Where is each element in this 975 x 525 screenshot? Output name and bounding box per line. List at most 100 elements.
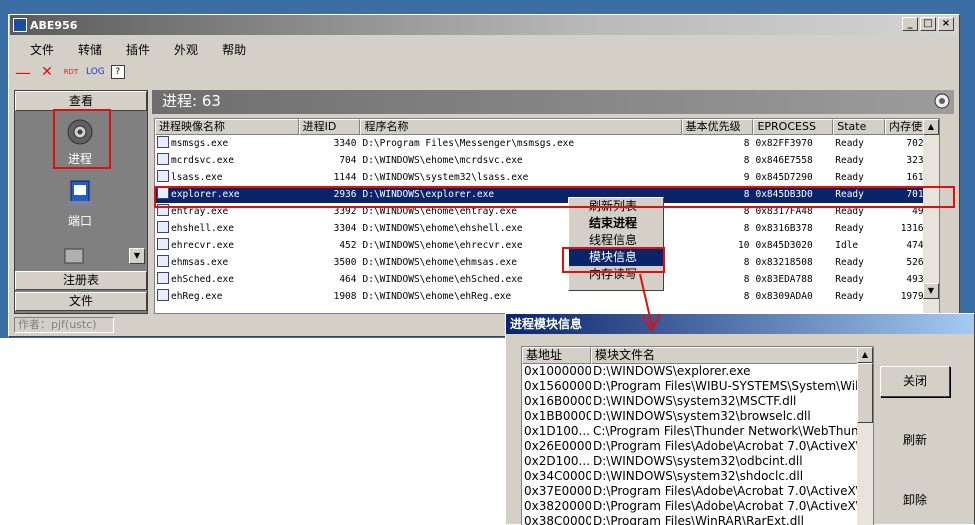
table-row[interactable]: 0x34C0000 D:\WINDOWS\system32\shdoclc.dll — [522, 469, 873, 484]
table-cell: 3340 — [333, 138, 357, 149]
column-header[interactable]: 基本优先级 — [681, 119, 754, 135]
process-list-vscroll[interactable]: ▲ ▼ — [923, 119, 939, 313]
table-row[interactable]: 0x1560000 D:\Program Files\WIBU-SYSTEMS\S… — [522, 379, 873, 394]
column-header[interactable]: EPROCESS — [753, 119, 834, 135]
table-cell: lsass.exe — [155, 169, 299, 186]
column-header[interactable]: 程序名称 — [360, 119, 682, 135]
table-row[interactable]: lsass.exe 1144 D:\WINDOWS\system32\lsass.e… — [155, 169, 939, 186]
highlight-box-menu — [562, 247, 665, 273]
table-row[interactable]: 0x1000000 D:\WINDOWS\explorer.exe — [522, 364, 873, 379]
help-icon[interactable]: ? — [110, 65, 125, 79]
context-menu-item[interactable]: 结束进程 — [569, 215, 663, 232]
table-cell: Ready — [835, 291, 864, 302]
process-name: lsass.exe — [171, 172, 223, 183]
table-cell: 0x2D100... — [524, 454, 590, 468]
module-dialog-title[interactable]: 进程模块信息 — [506, 314, 974, 334]
toolbar: — ✕ RDT LOG ? — [14, 61, 125, 83]
table-cell: D:\WINDOWS\system32\MSCTF.dll — [593, 394, 797, 408]
table-row[interactable]: mcrdsvc.exe 704 D:\WINDOWS\ehome\mcrdsvc.e… — [155, 152, 939, 169]
process-name: ehSched.exe — [171, 274, 234, 285]
close-dialog-button[interactable]: 关闭 — [880, 366, 950, 397]
table-row[interactable]: ehshell.exe 3304 D:\WINDOWS\ehome\ehshell.… — [155, 220, 939, 237]
process-icon — [157, 238, 169, 250]
table-cell: 0x82FF3970 — [755, 138, 813, 149]
process-name: ehrecvr.exe — [171, 240, 234, 251]
table-cell: 464 — [339, 274, 357, 285]
column-header[interactable]: 进程ID — [298, 119, 361, 135]
column-header[interactable]: 进程映像名称 — [155, 119, 299, 135]
table-cell: 0x38C0000 — [524, 514, 591, 525]
menu-plugins[interactable]: 插件 — [110, 38, 158, 58]
unload-button[interactable]: 卸除 — [880, 486, 950, 517]
table-row[interactable]: ehSched.exe 464 D:\WINDOWS\ehome\ehSched.e… — [155, 271, 939, 288]
table-cell: 0x845D7290 — [755, 172, 813, 183]
app-icon — [13, 18, 27, 32]
menu-file[interactable]: 文件 — [12, 38, 62, 58]
process-icon — [157, 221, 169, 233]
table-row[interactable]: 0x2D100... D:\WINDOWS\system32\odbcint.dl… — [522, 454, 873, 469]
table-row[interactable]: ehrecvr.exe 452 D:\WINDOWS\ehome\ehrecvr.e… — [155, 237, 939, 254]
log-icon[interactable]: LOG — [86, 63, 105, 81]
minimize-button[interactable]: _ — [902, 17, 918, 31]
process-name: ehshell.exe — [171, 223, 234, 234]
table-cell: 3304 — [333, 223, 357, 234]
scroll-thumb[interactable] — [857, 363, 873, 423]
highlight-box-process — [53, 109, 111, 169]
sidebar-registry-button[interactable]: 注册表 — [15, 271, 147, 290]
table-row[interactable]: 0x1BB0000 D:\WINDOWS\system32\browselc.dl… — [522, 409, 873, 424]
column-header[interactable]: 模块文件名 — [591, 347, 859, 364]
table-cell: D:\Program Files\Adobe\Acrobat 7.0\Activ… — [593, 439, 859, 453]
drive-icon[interactable] — [63, 245, 85, 267]
table-cell: 0x845D3020 — [755, 240, 813, 251]
process-name: ehmsas.exe — [171, 257, 229, 268]
arrow-icon — [639, 273, 661, 332]
table-row[interactable]: 0x37E0000 D:\Program Files\Adobe\Acrobat … — [522, 484, 873, 499]
table-row[interactable]: 0x3820000 D:\Program Files\Adobe\Acrobat … — [522, 499, 873, 514]
table-row[interactable]: 0x1D100... C:\Program Files\Thunder Netwo… — [522, 424, 873, 439]
scroll-up-icon[interactable]: ▲ — [923, 119, 939, 135]
table-cell: 0x3820000 — [524, 499, 591, 513]
module-list-vscroll[interactable]: ▲ — [857, 347, 873, 525]
process-name: ehReg.exe — [171, 291, 223, 302]
sidebar-scroll-down[interactable]: ▼ — [129, 248, 145, 264]
table-cell: 10 — [738, 240, 750, 251]
menu-dump[interactable]: 转储 — [62, 38, 110, 58]
refresh-button[interactable]: 刷新 — [880, 426, 950, 457]
minus-icon[interactable]: — — [14, 63, 32, 82]
module-list[interactable]: 基地址 模块文件名 0x1000000 D:\WINDOWS\explorer.ex… — [521, 346, 874, 525]
sidebar-header[interactable]: 查看 — [15, 91, 147, 111]
table-cell: 0x8316B378 — [755, 223, 813, 234]
table-row[interactable]: 0x26E0000 D:\Program Files\Adobe\Acrobat … — [522, 439, 873, 454]
table-cell: 8 — [743, 155, 750, 166]
process-list[interactable]: 进程映像名称 进程ID 程序名称 基本优先级 EPROCESS State 内存使用 msm… — [154, 118, 940, 314]
table-cell: D:\WINDOWS\system32\browselc.dll — [593, 409, 811, 423]
x-icon[interactable]: ✕ — [38, 63, 56, 81]
table-cell: ehmsas.exe — [155, 254, 299, 271]
highlight-box-row — [154, 186, 955, 208]
table-row[interactable]: 0x16B0000 D:\WINDOWS\system32\MSCTF.dll — [522, 394, 873, 409]
column-header[interactable]: 基地址 — [522, 347, 591, 364]
scroll-up-icon[interactable]: ▲ — [857, 347, 873, 363]
sidebar-item-port[interactable]: 端口 — [55, 179, 105, 229]
close-button[interactable]: × — [938, 17, 954, 31]
rdt-icon[interactable]: RDT — [62, 63, 80, 81]
table-row[interactable]: ehReg.exe 1908 D:\WINDOWS\ehome\ehReg.exe 8… — [155, 288, 939, 305]
process-header: 进程: 63 — [152, 90, 954, 114]
process-icon — [157, 255, 169, 267]
table-row[interactable]: ehmsas.exe 3500 D:\WINDOWS\ehome\ehmsas.ex… — [155, 254, 939, 271]
title-bar[interactable]: ABE956 _ □ × — [10, 15, 958, 35]
menu-help[interactable]: 帮助 — [206, 38, 254, 58]
table-row[interactable]: msmsgs.exe 3340 D:\Program Files\Messenger… — [155, 135, 939, 152]
maximize-button[interactable]: □ — [920, 17, 936, 31]
menu-appearance[interactable]: 外观 — [158, 38, 206, 58]
sidebar-file-button[interactable]: 文件 — [15, 292, 147, 311]
table-cell: msmsgs.exe — [155, 135, 299, 152]
column-header[interactable]: State — [833, 119, 886, 135]
refresh-icon[interactable] — [934, 93, 950, 109]
scroll-down-icon[interactable]: ▼ — [923, 283, 939, 299]
table-row[interactable]: 0x38C0000 D:\Program Files\WinRAR\RarExt.… — [522, 514, 873, 525]
table-cell: 0x1000000 — [524, 364, 591, 378]
process-icon — [157, 170, 169, 182]
table-cell: 9 — [743, 172, 750, 183]
process-list-header: 进程映像名称 进程ID 程序名称 基本优先级 EPROCESS State 内存使用 — [155, 119, 939, 135]
